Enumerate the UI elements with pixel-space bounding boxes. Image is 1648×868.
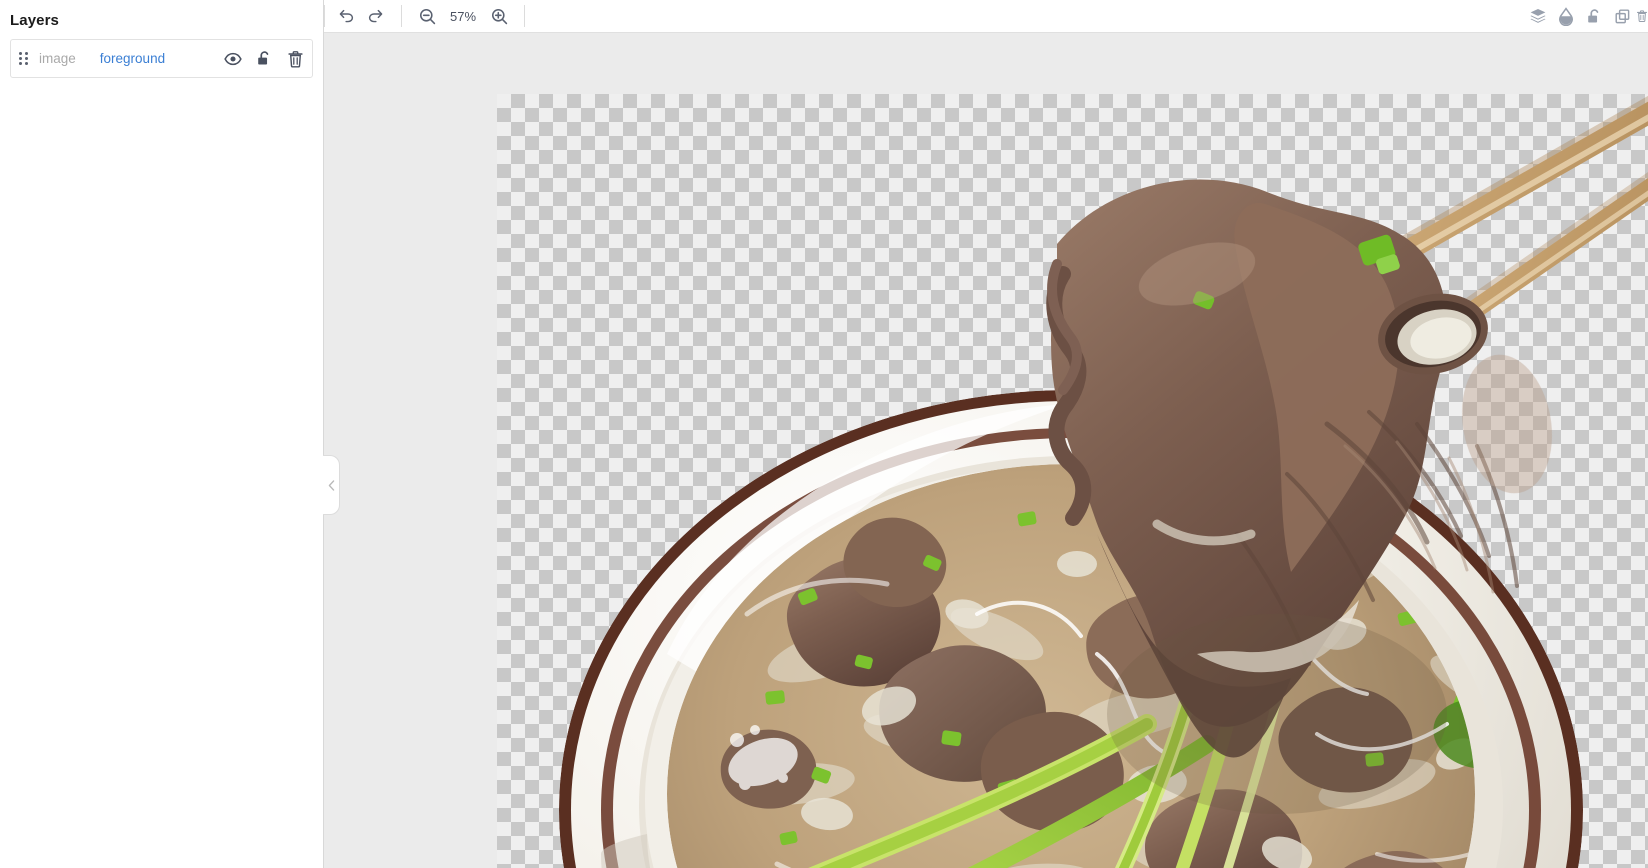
undo-icon [339, 9, 354, 23]
zoom-in-button[interactable] [484, 3, 514, 29]
lock-tool-button[interactable] [1580, 3, 1608, 29]
layer-name-link[interactable]: foreground [100, 51, 224, 66]
layers-panel: Layers image foreground [0, 0, 340, 868]
zoom-out-icon [419, 8, 435, 24]
layer-actions [224, 50, 304, 68]
redo-button[interactable] [361, 3, 391, 29]
layer-type-label: image [39, 51, 76, 66]
droplet-icon [1559, 6, 1573, 26]
unlock-icon[interactable] [256, 50, 273, 67]
eye-icon[interactable] [224, 52, 242, 66]
toolbar-divider [401, 5, 402, 27]
list-item[interactable]: image foreground [10, 39, 313, 78]
unlock-icon [1587, 8, 1598, 22]
canvas-transparent-layer[interactable] [497, 94, 1648, 868]
pho-bowl-artwork [559, 95, 1648, 868]
editor-area: 57% [324, 0, 1648, 868]
trash-icon[interactable] [287, 50, 304, 68]
layers-tool-button[interactable] [1524, 3, 1552, 29]
drag-handle-icon[interactable] [17, 51, 29, 67]
panel-collapse-handle[interactable] [323, 455, 340, 515]
zoom-level-label: 57% [449, 8, 477, 24]
trash-icon [1636, 10, 1648, 23]
zoom-out-button[interactable] [412, 3, 442, 29]
delete-tool-button[interactable] [1636, 3, 1648, 29]
undo-button[interactable] [331, 3, 361, 29]
toolbar: 57% [324, 0, 1648, 33]
layers-icon [1530, 8, 1546, 23]
layer-list: image foreground [0, 29, 323, 78]
duplicate-tool-button[interactable] [1608, 3, 1636, 29]
toolbar-divider [524, 5, 525, 27]
chevron-left-icon [328, 479, 334, 491]
zoom-in-icon [491, 8, 507, 24]
page-title: Layers [10, 12, 59, 29]
opacity-tool-button[interactable] [1552, 3, 1580, 29]
duplicate-icon [1614, 8, 1629, 23]
toolbar-left-group: 57% [325, 0, 535, 32]
foreground-image-layer[interactable] [497, 94, 1648, 868]
toolbar-right-group [1524, 0, 1648, 32]
canvas-viewport[interactable] [324, 33, 1648, 868]
app-root: Layers image foreground 57% [0, 0, 1648, 868]
redo-icon [368, 9, 383, 23]
